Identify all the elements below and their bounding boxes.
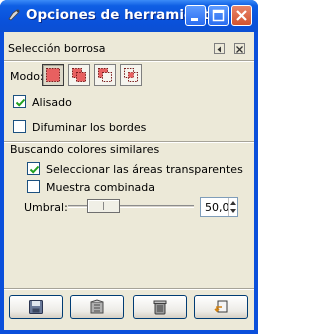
restore-options-button[interactable] bbox=[70, 295, 124, 319]
transparent-areas-checkbox[interactable] bbox=[27, 162, 40, 175]
dock-menu-button[interactable] bbox=[214, 43, 225, 54]
mode-intersect-icon bbox=[124, 68, 138, 82]
save-icon bbox=[29, 300, 43, 314]
maximize-icon bbox=[212, 9, 225, 22]
delete-options-button[interactable] bbox=[133, 295, 187, 319]
header-separator bbox=[4, 60, 254, 62]
mode-subtract-icon bbox=[98, 68, 112, 82]
minimize-button[interactable] bbox=[185, 5, 206, 26]
title-bar[interactable]: Opciones de herramienta bbox=[0, 0, 258, 32]
spin-arrows[interactable] bbox=[228, 198, 237, 216]
dock-client: Selección borrosa Modo: Alisado Difumina… bbox=[4, 32, 254, 330]
mode-add-icon bbox=[72, 68, 86, 82]
mode-replace-icon bbox=[46, 68, 60, 82]
mode-label: Modo: bbox=[10, 70, 44, 83]
spin-down-icon[interactable] bbox=[229, 207, 237, 215]
feather-checkbox[interactable] bbox=[13, 120, 26, 133]
antialias-checkbox[interactable] bbox=[13, 95, 26, 108]
mode-intersect-button[interactable] bbox=[120, 64, 142, 86]
restore-icon bbox=[90, 299, 104, 314]
feather-label[interactable]: Difuminar los bordes bbox=[32, 121, 146, 134]
delete-icon bbox=[153, 300, 167, 315]
triangle-left-icon bbox=[217, 46, 221, 53]
close-icon bbox=[236, 46, 243, 53]
similar-colors-title: Buscando colores similares bbox=[10, 143, 160, 156]
threshold-spinbutton[interactable]: 50,0 bbox=[200, 197, 238, 217]
close-icon bbox=[236, 10, 247, 21]
sample-merged-checkbox[interactable] bbox=[27, 180, 40, 193]
dock-header: Selección borrosa bbox=[4, 40, 254, 56]
checkmark-icon bbox=[15, 98, 26, 107]
checkmark-icon bbox=[29, 165, 40, 174]
sample-merged-label[interactable]: Muestra combinada bbox=[46, 181, 155, 194]
minimize-icon bbox=[191, 18, 198, 21]
threshold-value[interactable]: 50,0 bbox=[205, 201, 230, 214]
mode-replace-button[interactable] bbox=[42, 64, 64, 86]
slider-grip bbox=[102, 202, 104, 210]
maximize-button[interactable] bbox=[208, 5, 229, 26]
spin-up-icon[interactable] bbox=[229, 199, 237, 207]
reset-icon bbox=[214, 300, 228, 313]
threshold-slider-thumb[interactable] bbox=[86, 199, 120, 213]
dock-close-button[interactable] bbox=[234, 43, 245, 54]
wilber-icon bbox=[8, 9, 20, 21]
tool-options-window: Opciones de herramienta Selección borros… bbox=[0, 0, 258, 334]
save-options-button[interactable] bbox=[9, 295, 63, 319]
bottom-separator bbox=[4, 288, 254, 290]
mode-add-button[interactable] bbox=[68, 64, 90, 86]
close-button[interactable] bbox=[231, 5, 252, 26]
dock-title: Selección borrosa bbox=[8, 42, 106, 55]
transparent-areas-label[interactable]: Seleccionar las áreas transparentes bbox=[46, 163, 243, 176]
reset-options-button[interactable] bbox=[194, 295, 248, 319]
mode-subtract-button[interactable] bbox=[94, 64, 116, 86]
antialias-label[interactable]: Alisado bbox=[32, 96, 72, 109]
threshold-label: Umbral: bbox=[24, 201, 68, 214]
